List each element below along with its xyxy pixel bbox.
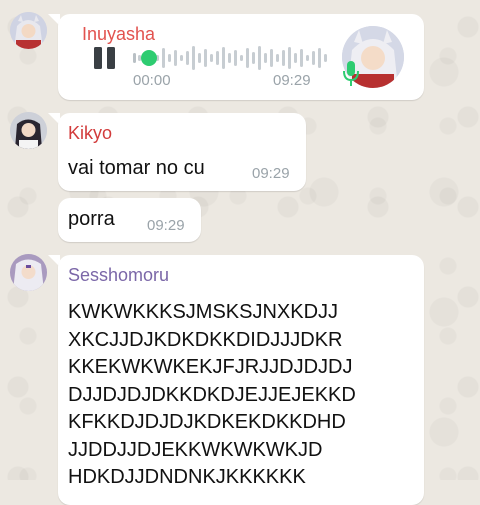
text-message-bubble[interactable]: porra 09:29 [58,198,201,242]
message-text: porra [68,208,115,230]
sender-name-kikyo: Kikyo [68,123,113,143]
avatar-sesshomoru[interactable] [10,254,47,291]
pause-button[interactable] [92,46,118,70]
message-line: JJDDJJDJEKKWKWKWKJD [68,438,323,461]
pause-icon [94,47,115,69]
playback-position-knob [141,50,157,66]
microphone-icon [342,60,360,88]
avatar-kikyo[interactable] [10,112,47,149]
text-message-bubble[interactable]: Kikyo vai tomar no cu 09:29 [58,113,306,191]
message-line: DJJDJDJDKKDKDJEJJEJEKKD [68,383,356,406]
message-text: vai tomar no cu [68,157,205,179]
message-time: 09:29 [147,217,185,234]
message-line: XKCJJDJKDKDKKDIDJJJDKR [68,328,343,351]
sender-name-sesshomoru: Sesshomoru [68,265,170,285]
voice-waveform-slider[interactable] [132,44,332,72]
message-time: 09:29 [273,72,311,89]
message-line: HDKDJJDNDNKJKKKKKK [68,466,306,488]
sender-name-inuyasha: Inuyasha [82,24,156,44]
message-time: 09:29 [252,165,290,182]
message-line: KKEKWKWKEKJFJRJJDJDJDJ [68,356,353,378]
message-line: KFKKDJDJDJKDKEKDKKDHD [68,411,346,433]
text-message-bubble[interactable]: Sesshomoru KWKWKKKSJMSKSJNXKDJJ XKCJJDJK… [58,255,424,505]
message-text: KWKWKKKSJMSKSJNXKDJJ XKCJJDJKDKDKKDIDJJJ… [68,299,356,492]
voice-elapsed-time: 00:00 [133,72,171,89]
voice-message-bubble[interactable]: Inuyasha 00:00 09:29 [58,14,424,100]
avatar-inuyasha[interactable] [10,12,47,49]
message-line: KWKWKKKSJMSKSJNXKDJJ [68,301,339,323]
